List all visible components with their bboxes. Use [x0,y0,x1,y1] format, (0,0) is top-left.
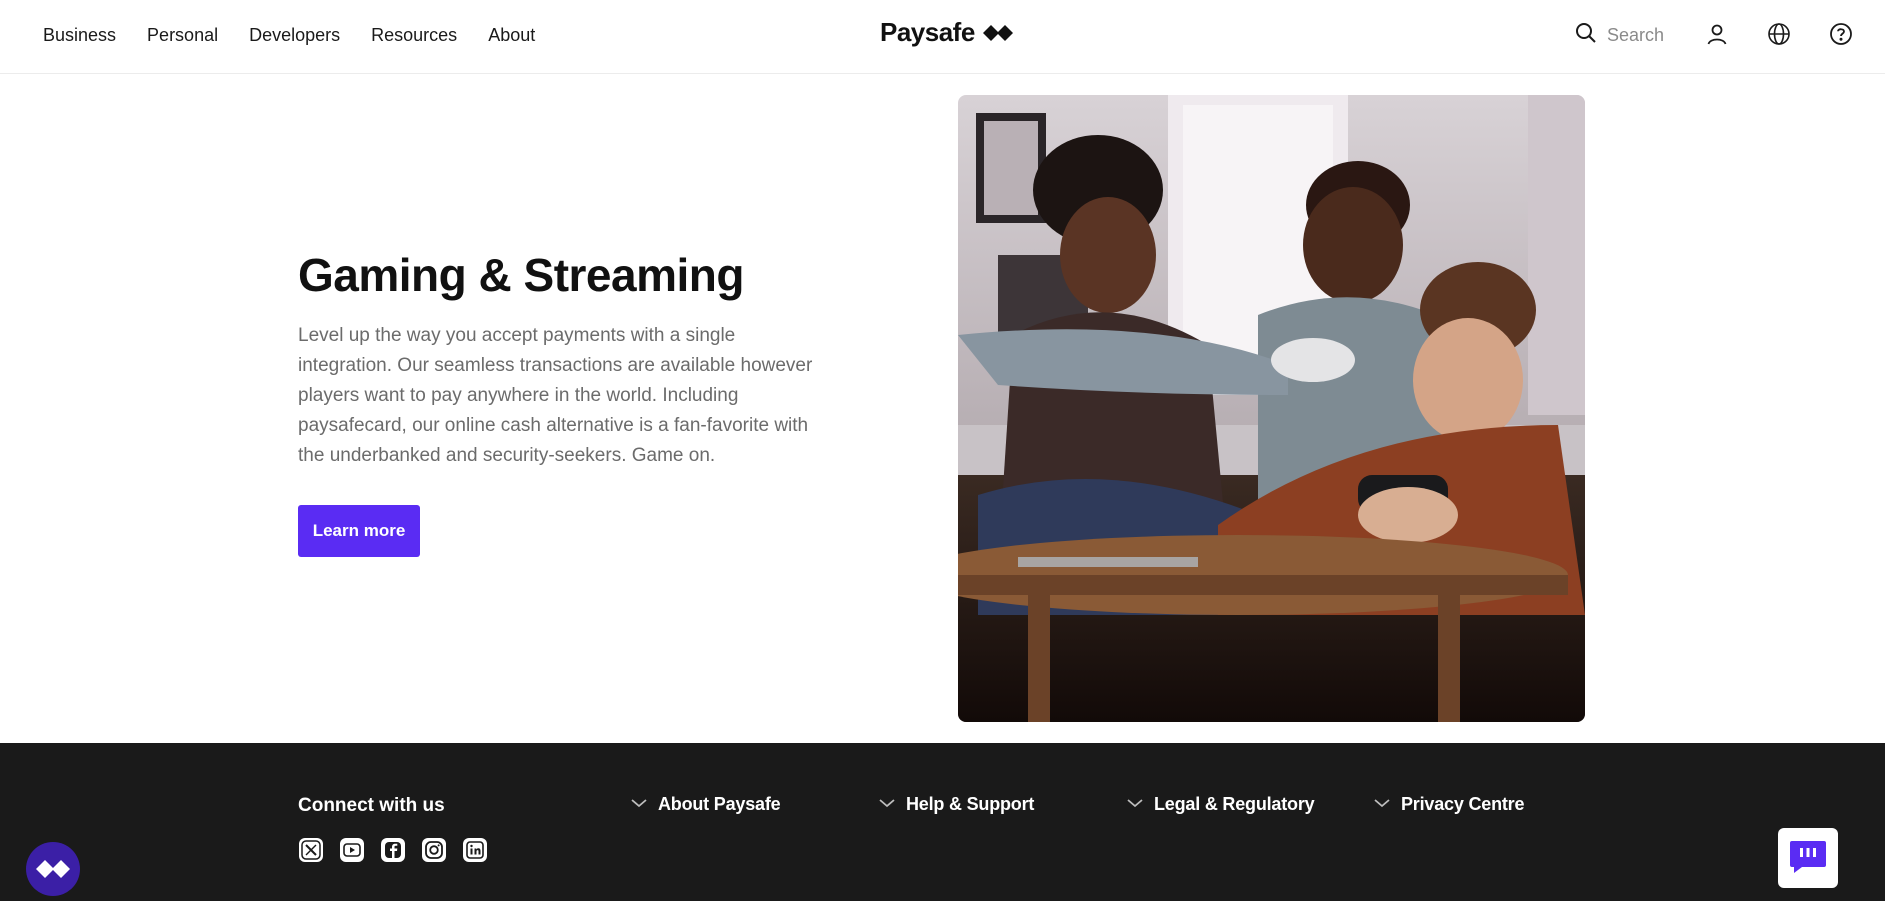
hero-image [958,95,1585,722]
chevron-down-icon [1126,796,1144,814]
main-nav: Business Personal Developers Resources A… [43,0,566,70]
footer-link-label: About Paysafe [658,794,781,814]
chevron-down-icon [878,796,896,814]
paysafe-diamond-icon [982,23,1013,43]
footer-link-label: Legal & Regulatory [1154,794,1315,814]
user-icon[interactable] [1705,22,1729,46]
site-footer: Connect with us About Paysafe Help & Sup… [0,743,1885,901]
header-utilities: Search [1485,0,1885,70]
connect-title: Connect with us [298,795,445,816]
search-label: Search [1607,25,1665,45]
chevron-down-icon [1373,796,1391,814]
paysafe-logo[interactable]: Paysafe [880,17,1013,48]
hero-title: Gaming & Streaming [298,249,744,301]
footer-link-about[interactable]: About Paysafe [630,794,781,815]
footer-link-help[interactable]: Help & Support [878,794,1034,815]
linkedin-icon[interactable] [462,837,488,863]
search-button[interactable]: Search [1575,22,1664,49]
footer-link-privacy[interactable]: Privacy Centre [1373,794,1524,815]
chat-icon [1788,837,1828,880]
nav-item-about[interactable]: About [488,25,535,46]
learn-more-button[interactable]: Learn more [298,505,420,557]
nav-item-resources[interactable]: Resources [371,25,457,46]
social-links [298,837,488,863]
footer-link-legal[interactable]: Legal & Regulatory [1126,794,1315,815]
x-icon[interactable] [298,837,324,863]
facebook-icon[interactable] [380,837,406,863]
site-header: Business Personal Developers Resources A… [0,0,1885,74]
nav-item-personal[interactable]: Personal [147,25,218,46]
instagram-icon[interactable] [421,837,447,863]
help-icon[interactable] [1829,22,1853,46]
youtube-icon[interactable] [339,837,365,863]
nav-item-business[interactable]: Business [43,25,116,46]
chat-button[interactable] [1778,828,1838,888]
footer-link-label: Privacy Centre [1401,794,1525,814]
chevron-down-icon [630,796,648,814]
nav-item-developers[interactable]: Developers [249,25,340,46]
hero-description: Level up the way you accept payments wit… [298,325,813,466]
footer-link-label: Help & Support [906,794,1035,814]
globe-icon[interactable] [1767,22,1791,46]
logo-text: Paysafe [880,17,975,47]
paysafe-logo-icon[interactable] [26,842,80,896]
search-icon [1575,22,1597,49]
